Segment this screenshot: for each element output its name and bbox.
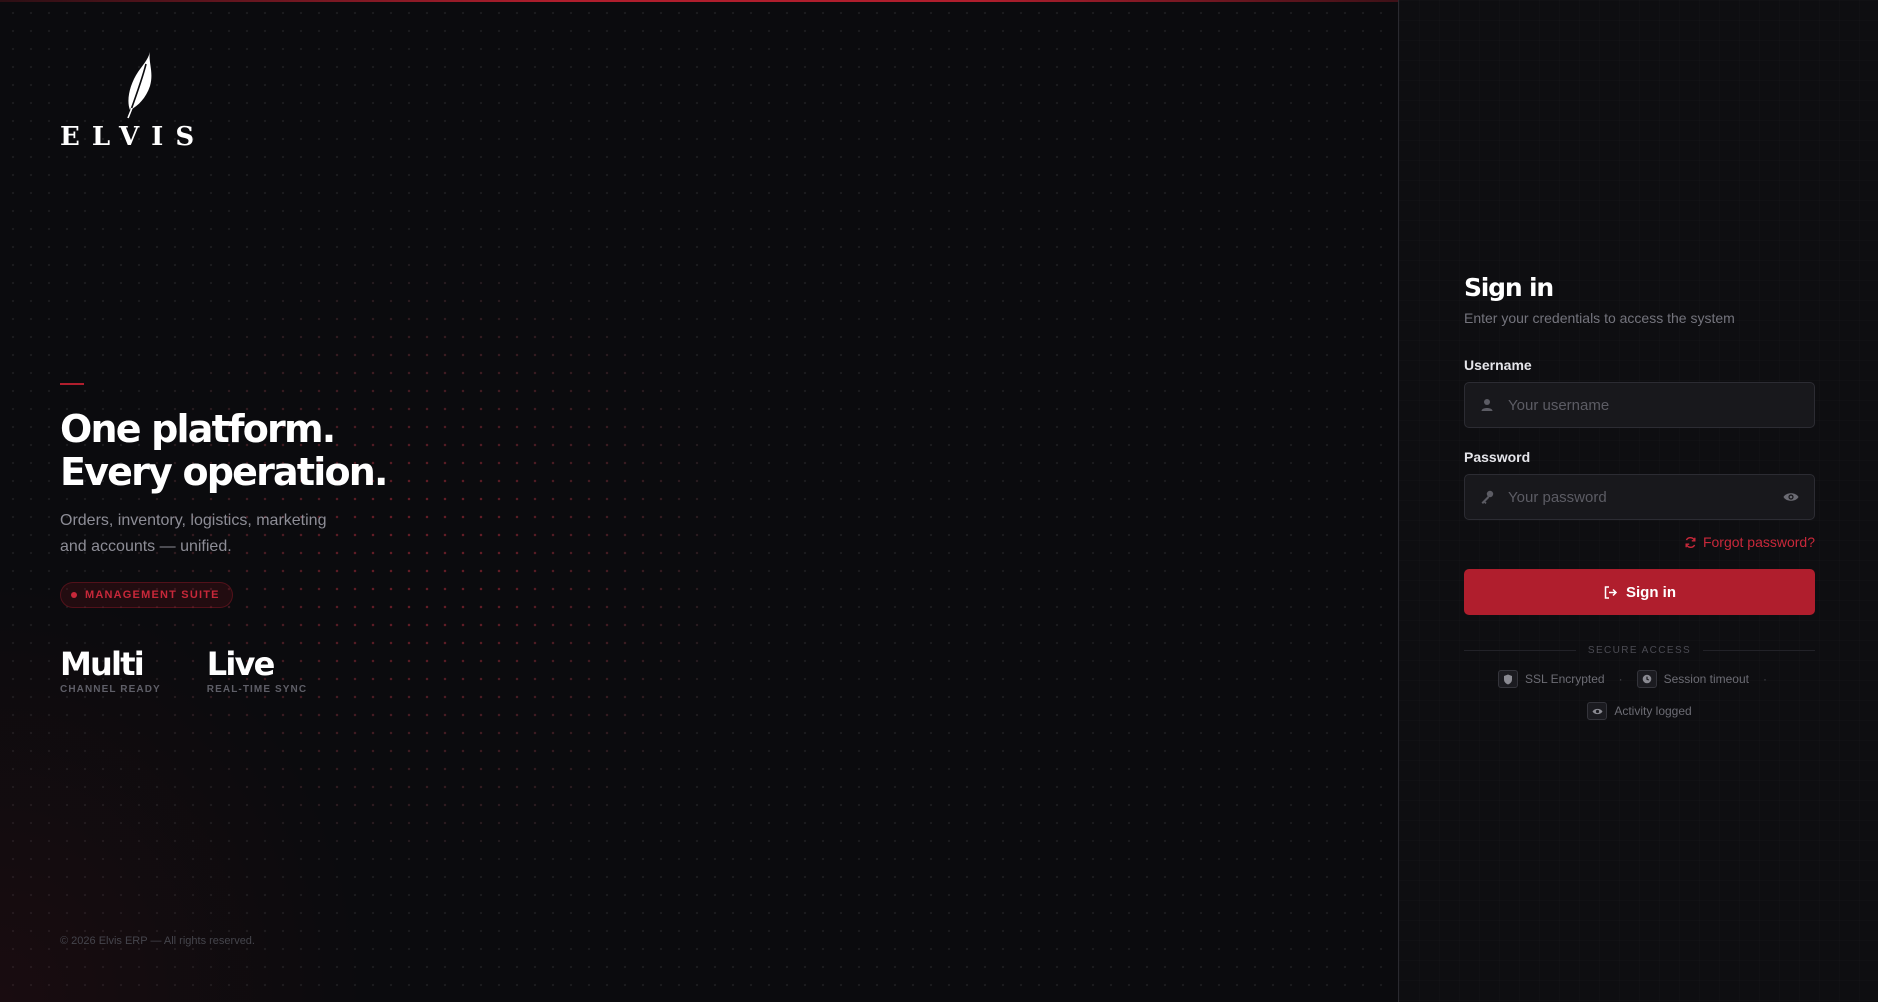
eye-icon[interactable] [1782,488,1800,506]
clock-icon [1642,674,1651,684]
stat-value: Live [206,645,276,683]
stat-multi: Multi CHANNEL READY [60,644,161,695]
user-icon [1481,399,1493,411]
security-item-label: Session timeout [1663,672,1749,686]
stat-value: Multi [60,645,145,683]
password-label: Password [1464,449,1531,465]
separator-dot: · [1618,672,1623,686]
security-item-session: Session timeout [1636,670,1749,688]
badge-dot-icon [71,592,77,598]
security-item-label: Activity logged [1614,704,1692,718]
signin-title: Sign in [1464,273,1554,302]
forgot-password-link[interactable]: Forgot password? [1464,534,1815,550]
refresh-icon [1685,536,1696,548]
username-input[interactable] [1465,383,1814,427]
username-field-wrapper [1464,382,1815,428]
password-field-wrapper [1464,474,1815,520]
headline-line-2: Every operation. [60,450,389,494]
signin-panel: Sign in Enter your credentials to access… [1398,0,1878,1002]
badge-label: MANAGEMENT SUITE [85,589,220,601]
shield-icon [1504,674,1512,684]
brand-logo: ELVIS [60,50,210,152]
feather-icon [127,52,152,119]
stat-label: CHANNEL READY [60,684,161,695]
separator-dot: · [1763,672,1767,686]
security-item-label: SSL Encrypted [1525,672,1605,686]
hero-stats: Multi CHANNEL READY Live REAL-TIME SYNC [60,644,307,695]
headline-line-1: One platform. [60,407,336,451]
forgot-password-label: Forgot password? [1702,534,1815,550]
secure-access-divider: SECURE ACCESS [1464,645,1816,656]
login-icon [1604,585,1618,599]
hero-headline: One platform. Every operation. [60,407,389,494]
signin-subtitle: Enter your credentials to access the sys… [1464,310,1735,326]
signin-button-label: Sign in [1626,583,1676,601]
signin-button[interactable]: Sign in [1464,569,1815,615]
brand-name: ELVIS [60,122,207,152]
signin-form: Sign in Enter your credentials to access… [1464,270,1816,720]
eye-icon [1592,708,1603,714]
security-item-activity: Activity logged [1587,702,1692,720]
key-icon [1481,490,1494,504]
top-accent-line [0,0,1398,2]
management-suite-badge: MANAGEMENT SUITE [60,582,233,608]
copyright-text: © 2026 Elvis ERP — All rights reserved. [60,935,255,947]
security-item-ssl: SSL Encrypted [1498,670,1605,688]
security-features: SSL Encrypted · Session timeout · Activi… [1464,670,1815,720]
password-input[interactable] [1465,475,1814,519]
secure-access-heading: SECURE ACCESS [1587,645,1692,656]
stat-live: Live REAL-TIME SYNC [207,644,307,695]
username-label: Username [1464,357,1532,373]
headline-accent [60,383,84,385]
hero-subtext: Orders, inventory, logistics, marketing … [60,512,327,555]
stat-label: REAL-TIME SYNC [206,684,308,695]
